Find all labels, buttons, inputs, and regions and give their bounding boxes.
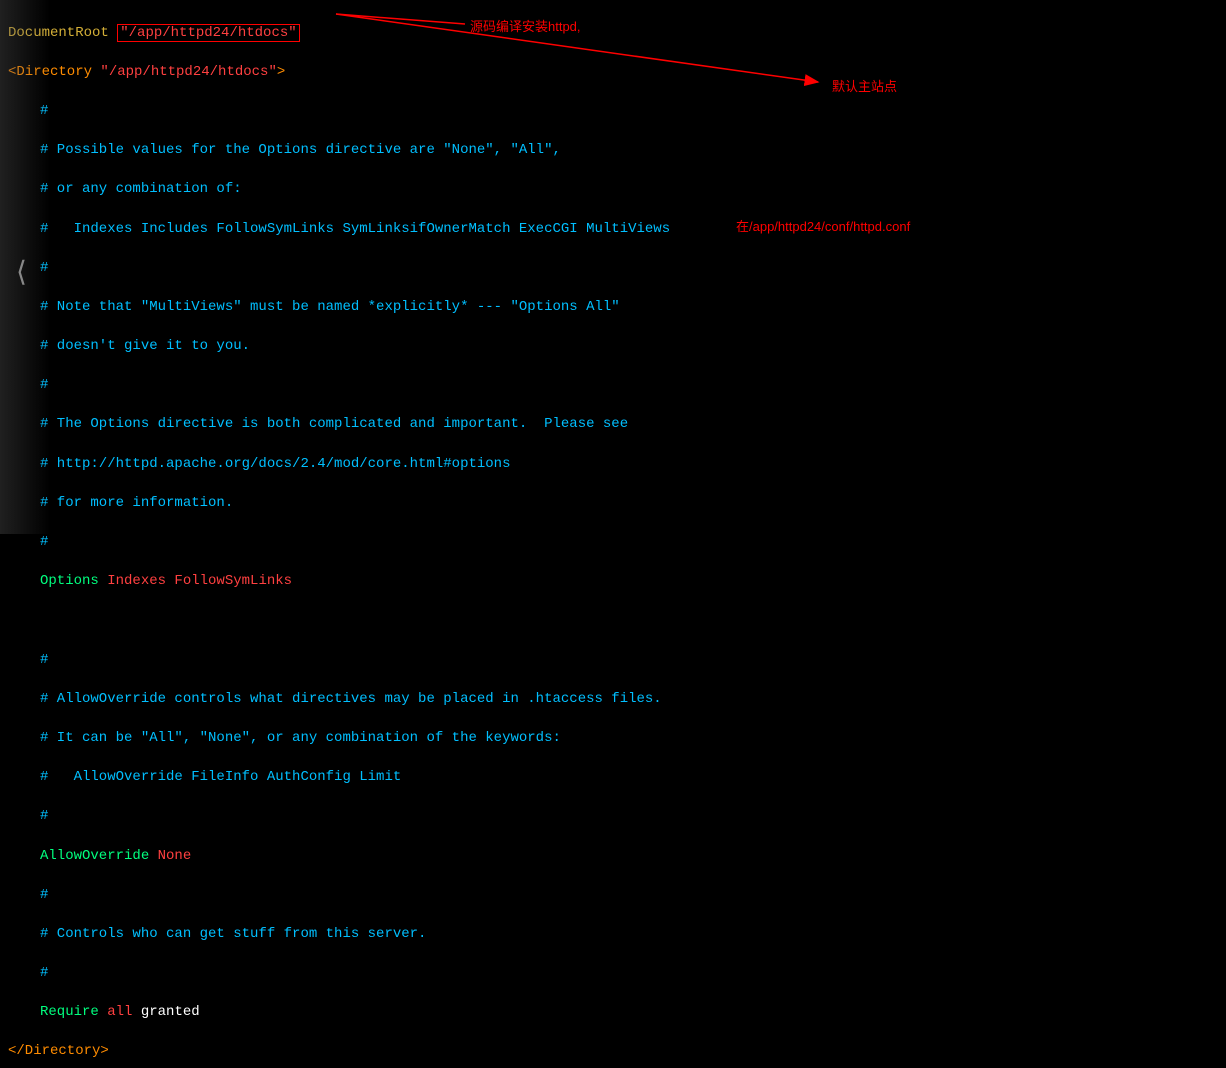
comment-line: #	[8, 259, 1218, 279]
line-require: Require all granted	[8, 1003, 1218, 1023]
comment-line: #	[8, 807, 1218, 827]
require-arg1: all	[107, 1004, 132, 1020]
blank-line	[8, 611, 1218, 631]
line-directory-open: <Directory "/app/httpd24/htdocs">	[8, 63, 1218, 83]
comment-line: #	[8, 533, 1218, 553]
fold-chevron-icon: ⟨	[16, 255, 27, 294]
comment-line: # http://httpd.apache.org/docs/2.4/mod/c…	[8, 455, 1218, 475]
require-arg2: granted	[141, 1004, 200, 1020]
annotation-source-compile: 源码编译安装httpd,	[470, 18, 581, 36]
options-value: Indexes FollowSymLinks	[107, 573, 292, 589]
line-options: Options Indexes FollowSymLinks	[8, 572, 1218, 592]
annotation-conf-path: 在/app/httpd24/conf/httpd.conf	[736, 218, 910, 236]
comment-line: # Controls who can get stuff from this s…	[8, 925, 1218, 945]
comment-line: # It can be "All", "None", or any combin…	[8, 729, 1218, 749]
comment-line: # AllowOverride controls what directives…	[8, 690, 1218, 710]
require-key: Require	[40, 1004, 99, 1020]
directory-path: "/app/httpd24/htdocs"	[100, 64, 276, 80]
line-directory-close: </Directory>	[8, 1042, 1218, 1062]
directory-close-bracket: >	[277, 64, 285, 80]
directory-open-tag: <Directory	[8, 64, 92, 80]
highlight-docroot-path: "/app/httpd24/htdocs"	[117, 24, 299, 42]
comment-line: #	[8, 651, 1218, 671]
line-allowoverride: AllowOverride None	[8, 847, 1218, 867]
directory-close-tag: </Directory>	[8, 1043, 109, 1059]
comment-line: # Note that "MultiViews" must be named *…	[8, 298, 1218, 318]
comment-line: # for more information.	[8, 494, 1218, 514]
allowoverride-key: AllowOverride	[40, 848, 149, 864]
comment-line: #	[8, 102, 1218, 122]
documentroot-value: "/app/httpd24/htdocs"	[120, 25, 296, 41]
comment-line: #	[8, 964, 1218, 984]
comment-line: # Indexes Includes FollowSymLinks SymLin…	[8, 220, 1218, 240]
comment-line: # doesn't give it to you.	[8, 337, 1218, 357]
comment-line: # or any combination of:	[8, 180, 1218, 200]
config-editor: DocumentRoot "/app/httpd24/htdocs" <Dire…	[0, 0, 1226, 1068]
options-key: Options	[40, 573, 99, 589]
comment-line: #	[8, 886, 1218, 906]
line-documentroot: DocumentRoot "/app/httpd24/htdocs"	[8, 24, 1218, 44]
comment-line: # AllowOverride FileInfo AuthConfig Limi…	[8, 768, 1218, 788]
documentroot-key: DocumentRoot	[8, 25, 109, 41]
comment-line: # Possible values for the Options direct…	[8, 141, 1218, 161]
annotation-default-site: 默认主站点	[832, 78, 897, 96]
comment-line: #	[8, 376, 1218, 396]
comment-line: # The Options directive is both complica…	[8, 415, 1218, 435]
allowoverride-value: None	[158, 848, 192, 864]
